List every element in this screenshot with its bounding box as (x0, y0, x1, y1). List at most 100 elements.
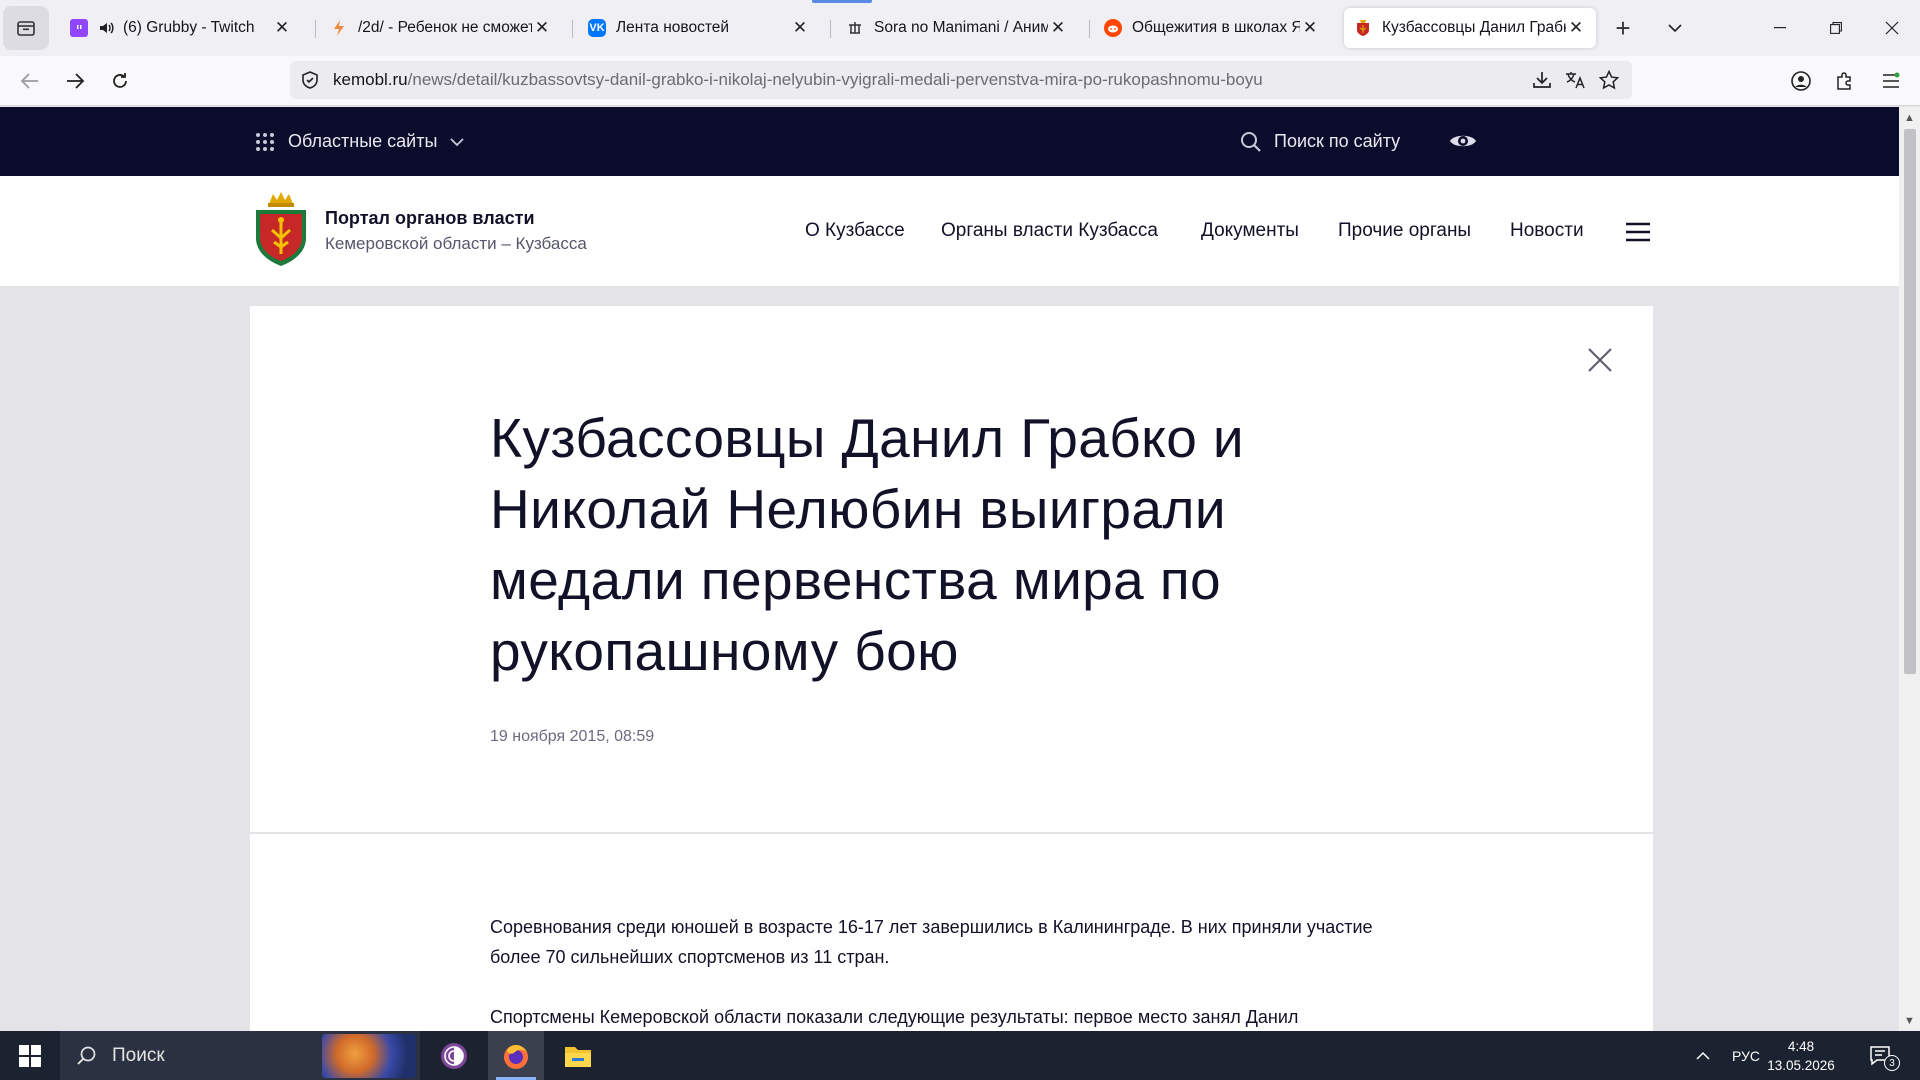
url-bar[interactable]: kemobl.ru/news/detail/kuzbassovtsy-danil… (290, 61, 1632, 99)
close-tab-icon[interactable]: ✕ (1300, 18, 1320, 38)
notification-count-badge: 3 (1884, 1055, 1900, 1071)
back-arrow-icon (20, 73, 38, 89)
site-header: Портал органов власти Кемеровской област… (0, 176, 1899, 286)
save-to-pocket-icon[interactable] (1531, 69, 1553, 91)
brand-title[interactable]: Портал органов власти (325, 208, 535, 229)
extensions-button[interactable] (1828, 64, 1862, 98)
clock-date: 13.05.2026 (1767, 1058, 1835, 1073)
nav-authorities[interactable]: Органы власти Кузбасса (941, 220, 1158, 242)
forward-arrow-icon (67, 73, 85, 89)
start-button[interactable] (0, 1031, 60, 1080)
chevron-up-icon (1696, 1051, 1710, 1060)
grid-dots-icon (256, 132, 274, 151)
close-window-button[interactable] (1864, 0, 1920, 56)
speaker-icon[interactable] (98, 20, 115, 36)
regional-sites-label: Областные сайты (288, 131, 438, 151)
taskbar-app-explorer[interactable] (550, 1031, 606, 1080)
back-button[interactable] (13, 64, 47, 98)
restore-button[interactable] (1808, 0, 1864, 56)
reddit-icon (1104, 19, 1122, 37)
forward-button[interactable] (58, 64, 92, 98)
list-all-tabs-button[interactable] (1659, 12, 1691, 44)
tab-twitch[interactable]: (6) Grubby - Twitch ✕ (60, 8, 302, 48)
notifications-button[interactable]: 3 (1868, 1031, 1900, 1080)
reload-icon (113, 73, 127, 88)
minimize-button[interactable] (1752, 0, 1808, 56)
tab-activity-indicator (812, 0, 872, 3)
close-icon[interactable] (1586, 346, 1614, 374)
search-icon (1241, 131, 1261, 152)
chevron-down-icon (1668, 24, 1682, 33)
site-info-icon[interactable] (300, 70, 320, 90)
close-tab-icon[interactable]: ✕ (1566, 18, 1586, 38)
taskbar-app-firefox[interactable] (488, 1031, 544, 1080)
regional-sites-dropdown[interactable]: Областные сайты (254, 107, 465, 176)
bookmark-star-icon[interactable] (1598, 69, 1620, 91)
close-tab-icon[interactable]: ✕ (790, 18, 810, 38)
site-icon (846, 19, 864, 37)
hamburger-icon (1883, 72, 1900, 88)
site-search-button[interactable]: Поиск по сайту (1240, 107, 1400, 176)
page-scrollbar[interactable]: ▲ ▼ (1899, 107, 1920, 1031)
accessibility-eye-icon[interactable] (1448, 127, 1478, 155)
vk-icon: VK (588, 19, 606, 37)
tab-vk[interactable]: VK Лента новостей ✕ (578, 8, 820, 48)
search-icon (77, 1046, 96, 1065)
chevron-down-icon (450, 137, 465, 146)
file-explorer-icon (565, 1046, 591, 1067)
article-card: Кузбассовцы Данил Грабко и Николай Нелюб… (250, 306, 1653, 1032)
scroll-up-arrow-icon[interactable]: ▲ (1902, 110, 1917, 125)
close-tab-icon[interactable]: ✕ (532, 18, 552, 38)
kuzbass-crest-icon (1354, 19, 1372, 37)
taskbar-app-tor[interactable] (426, 1031, 482, 1080)
search-highlight-image[interactable] (322, 1034, 416, 1078)
restore-icon (1830, 22, 1842, 34)
tab-separator (572, 20, 573, 38)
app-menu-button[interactable] (1874, 64, 1908, 98)
scrollbar-thumb[interactable] (1904, 129, 1916, 674)
brand-subtitle[interactable]: Кемеровской области – Кузбасса (325, 234, 587, 254)
scroll-down-arrow-icon[interactable]: ▼ (1902, 1013, 1917, 1028)
tab-title: Лента новостей (616, 19, 730, 36)
tab-2d[interactable]: /2d/ - Ребенок не сможет н ✕ (320, 8, 562, 48)
tor-browser-icon (441, 1042, 467, 1069)
tab-kemobl-active[interactable]: Кузбассовцы Данил Грабко ✕ (1344, 8, 1596, 48)
account-button[interactable] (1784, 64, 1818, 98)
tab-title: Sora no Manimani / Аниме (874, 19, 1048, 36)
nav-other-bodies[interactable]: Прочие органы (1338, 220, 1471, 242)
tab-reddit[interactable]: Общежития в школах Япон ✕ (1094, 8, 1330, 48)
translate-icon[interactable] (1564, 69, 1586, 91)
plus-icon: + (1615, 12, 1631, 43)
input-language-indicator[interactable]: РУС (1732, 1031, 1760, 1080)
menu-burger-icon[interactable] (1624, 221, 1652, 243)
tab-overview-button[interactable] (3, 6, 49, 50)
article-paragraph: Соревнования среди юношей в возрасте 16-… (490, 917, 1373, 967)
tab-title: /2d/ - Ребенок не сможет н (358, 19, 532, 36)
url-text[interactable]: kemobl.ru/news/detail/kuzbassovtsy-danil… (333, 70, 1263, 90)
reload-button[interactable] (103, 64, 137, 98)
clock-time: 4:48 (1787, 1039, 1815, 1054)
article-date: 19 ноября 2015, 08:59 (490, 728, 655, 745)
tray-overflow-button[interactable] (1695, 1031, 1711, 1080)
tab-title: Кузбассовцы Данил Грабко (1382, 19, 1566, 36)
close-tab-icon[interactable]: ✕ (1048, 18, 1068, 38)
taskbar-clock[interactable]: 4:48 13.05.2026 (1766, 1037, 1836, 1075)
article-title: Кузбассовцы Данил Грабко и Николай Нелюб… (490, 407, 1245, 682)
url-path: /news/detail/kuzbassovtsy-danil-grabko-i… (407, 70, 1263, 89)
url-domain: kemobl.ru (333, 70, 408, 89)
nav-news[interactable]: Новости (1510, 220, 1584, 242)
nav-about-kuzbass[interactable]: О Кузбассе (805, 220, 905, 242)
account-icon (1791, 71, 1811, 91)
tab-sora[interactable]: Sora no Manimani / Аниме ✕ (836, 8, 1078, 48)
tab-list-icon (17, 21, 35, 36)
article-paragraph: Спортсмены Кемеровской области показали … (490, 1007, 1299, 1027)
firefox-icon (504, 1044, 528, 1069)
kuzbass-coat-of-arms-logo[interactable] (250, 190, 312, 270)
new-tab-button[interactable]: + (1607, 12, 1639, 44)
windows-logo-icon (19, 1044, 41, 1067)
browser-navbar: kemobl.ru/news/detail/kuzbassovtsy-danil… (0, 56, 1920, 106)
site-search-label: Поиск по сайту (1274, 131, 1401, 151)
nav-documents[interactable]: Документы (1201, 220, 1299, 242)
divider (250, 832, 1653, 834)
close-tab-icon[interactable]: ✕ (272, 18, 292, 38)
